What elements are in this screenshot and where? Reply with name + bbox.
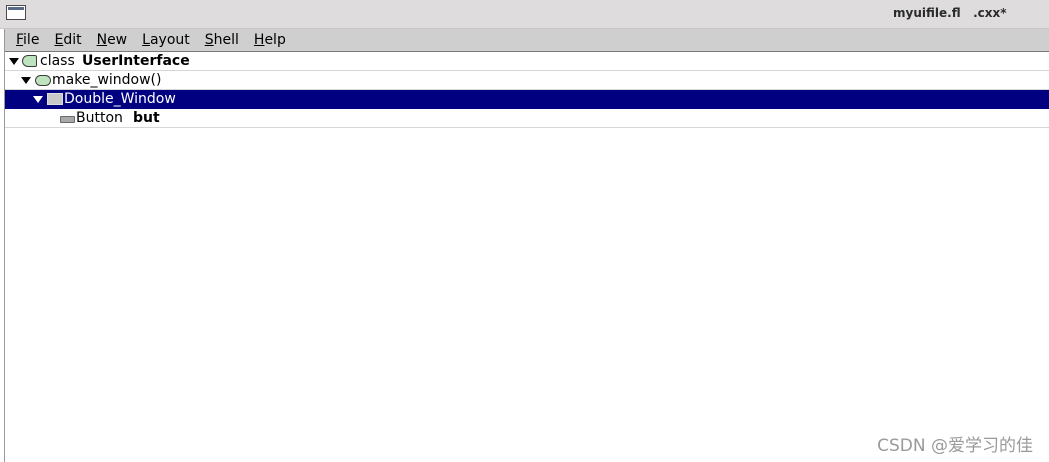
expand-triangle-icon[interactable]: [21, 77, 31, 84]
window-icon: [47, 93, 63, 105]
fluid-main-window: File Edit New Layout Shell Help class Us…: [4, 29, 1049, 462]
window-title: myuifile.fl .cxx*: [893, 6, 1007, 20]
menu-shell[interactable]: Shell: [200, 32, 244, 48]
window-menu-icon[interactable]: [6, 5, 26, 20]
window-label: Double_Window: [64, 91, 176, 107]
button-type: Button: [76, 110, 123, 126]
class-keyword: class: [40, 53, 75, 69]
expand-triangle-icon[interactable]: [9, 58, 19, 65]
menu-file[interactable]: File: [11, 32, 44, 48]
menu-edit[interactable]: Edit: [49, 32, 86, 48]
tree-row-function[interactable]: make_window(): [5, 71, 1049, 90]
button-name: but: [133, 110, 160, 126]
function-icon: [35, 75, 51, 86]
menu-new[interactable]: New: [92, 32, 133, 48]
menu-help[interactable]: Help: [249, 32, 291, 48]
class-icon: [22, 55, 37, 67]
class-name: UserInterface: [82, 53, 190, 69]
menu-bar: File Edit New Layout Shell Help: [5, 29, 1049, 52]
title-bar: myuifile.fl .cxx*: [0, 0, 1049, 29]
menu-layout[interactable]: Layout: [137, 32, 195, 48]
watermark: CSDN @爱学习的佳: [877, 436, 1033, 456]
tree-row-double-window[interactable]: Double_Window: [5, 90, 1049, 109]
expand-triangle-icon[interactable]: [33, 96, 43, 103]
button-icon: [60, 116, 75, 123]
widget-tree: class UserInterface make_window() Double…: [5, 52, 1049, 128]
function-label: make_window(): [52, 72, 162, 88]
tree-row-class[interactable]: class UserInterface: [5, 52, 1049, 71]
tree-row-button[interactable]: Button but: [5, 109, 1049, 128]
